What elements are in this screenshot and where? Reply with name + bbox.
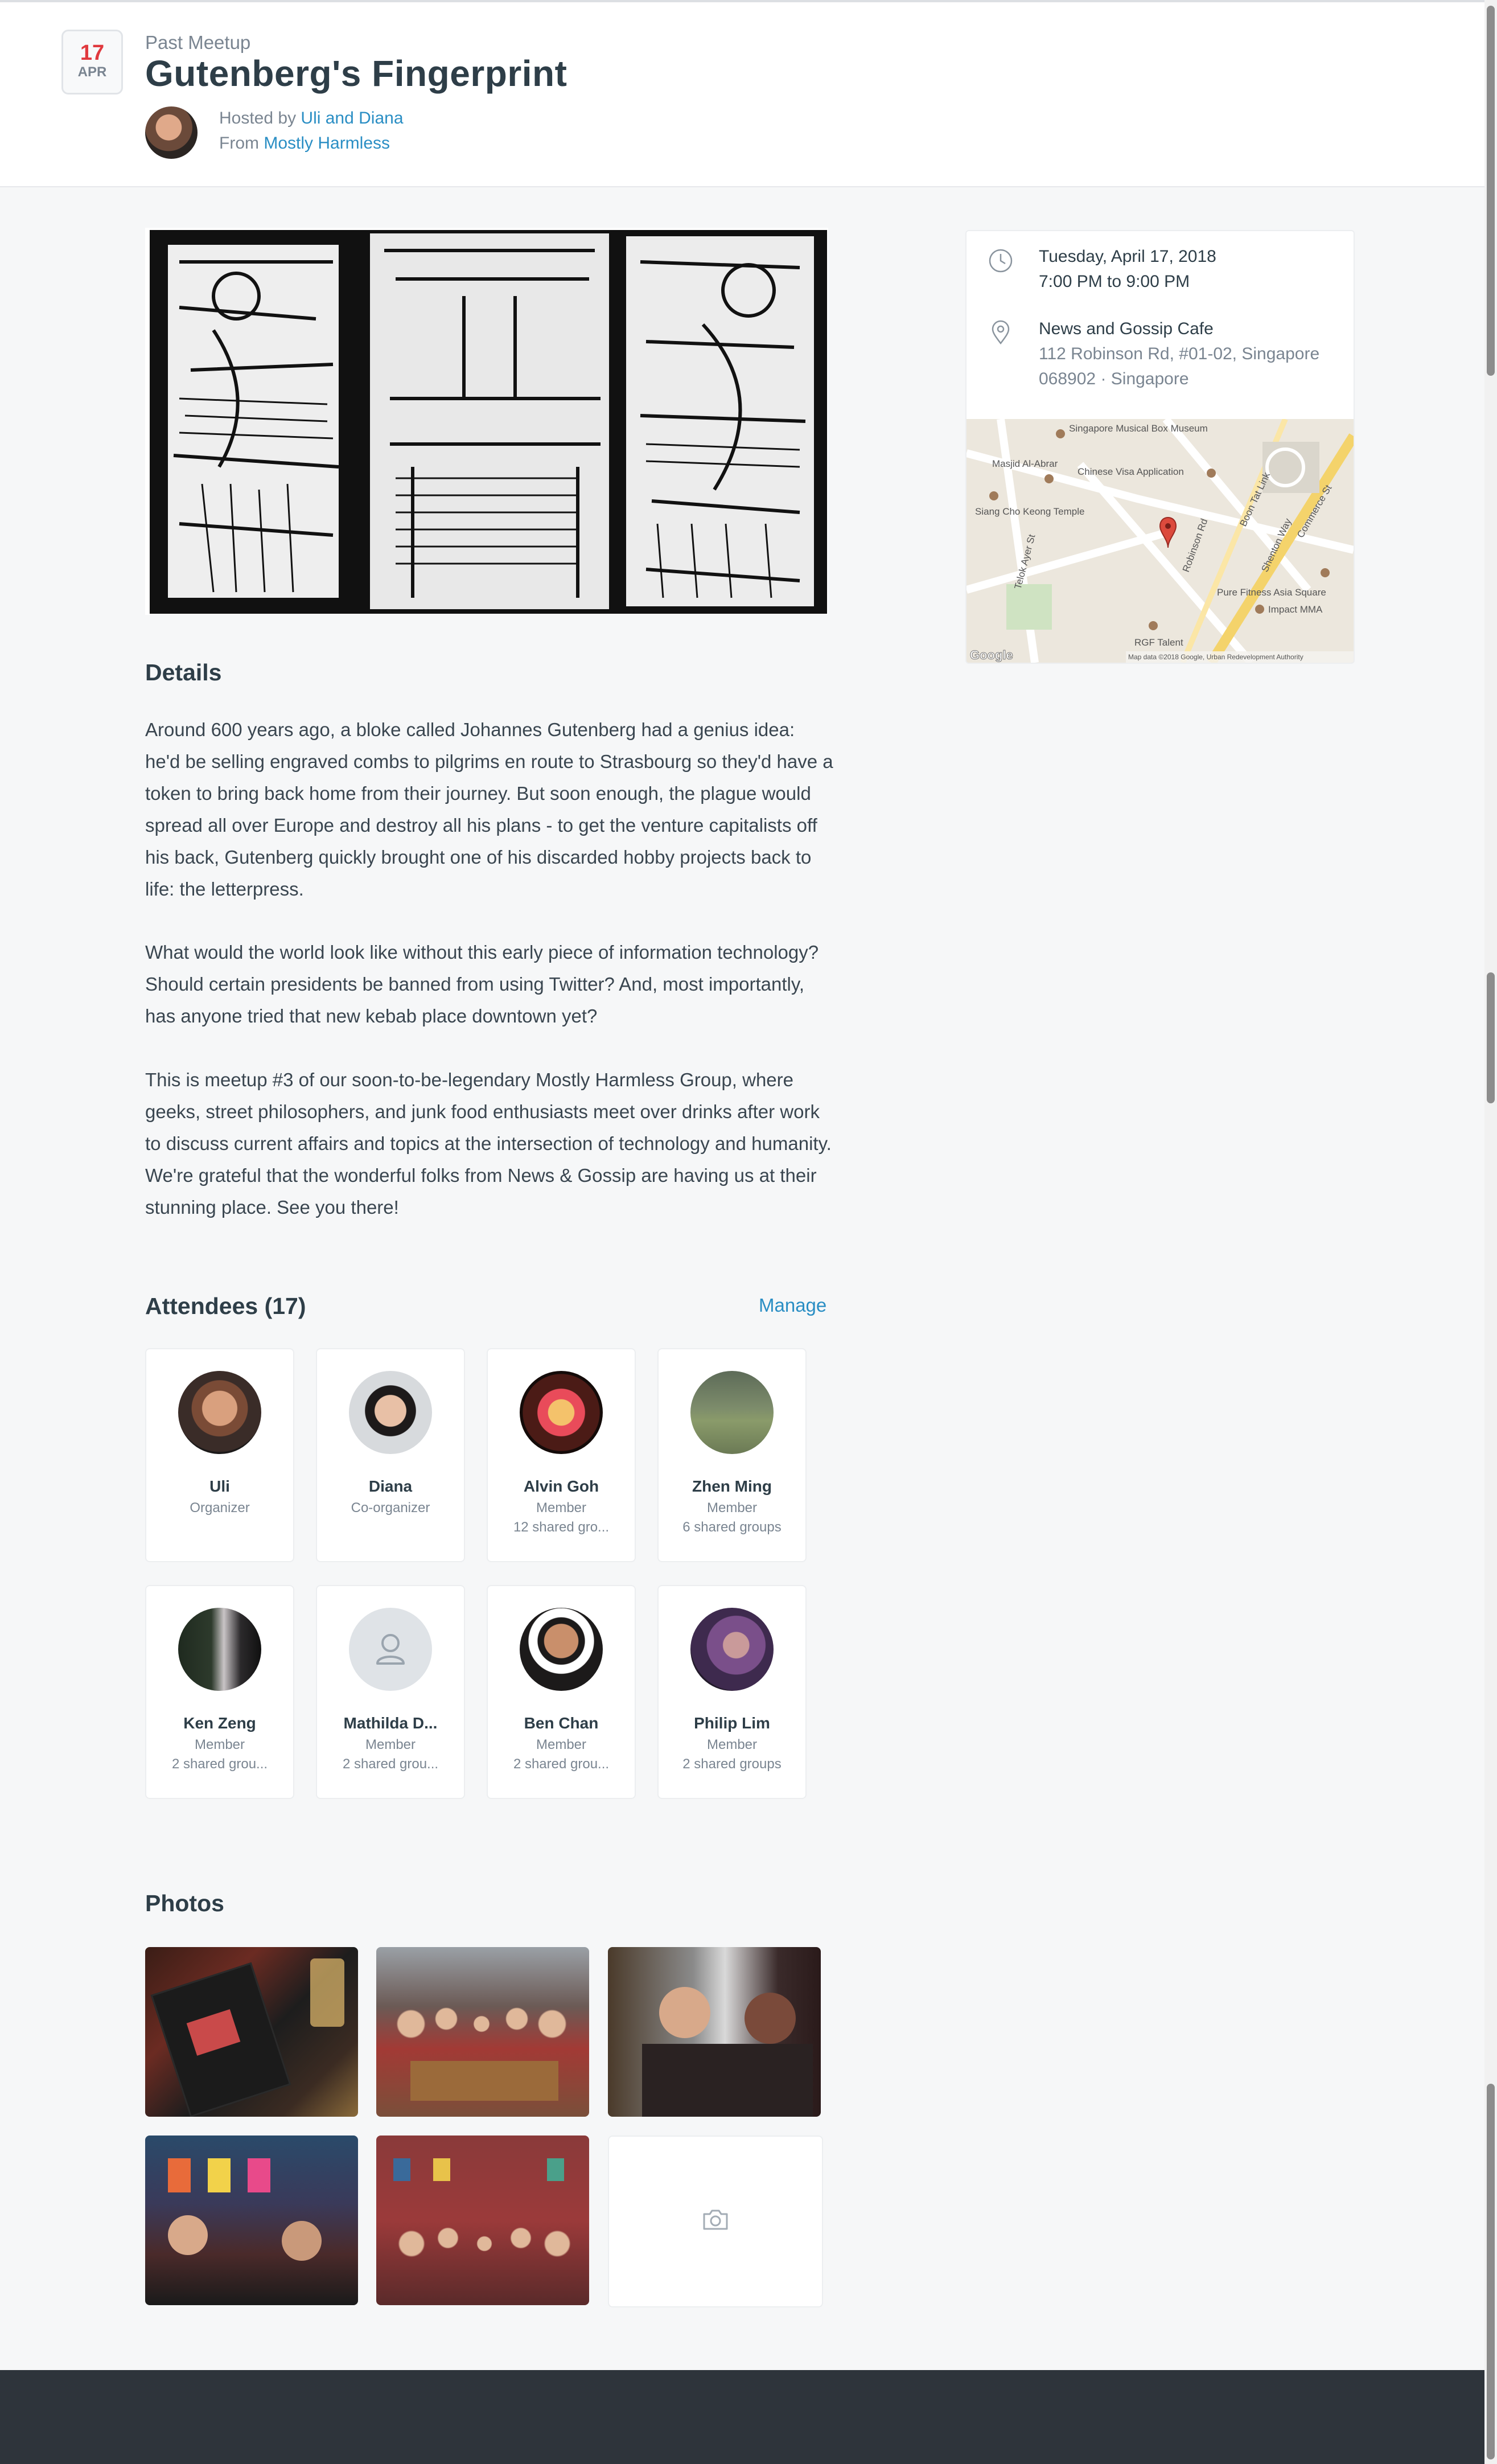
- attendee-name: Zhen Ming: [692, 1477, 772, 1495]
- attendee-name: Alvin Goh: [523, 1477, 599, 1495]
- avatar: [690, 1608, 774, 1691]
- details-heading: Details: [145, 659, 222, 685]
- attendee-role: Member: [536, 1500, 587, 1516]
- google-logo: Google: [970, 648, 1013, 662]
- attendee-role: Organizer: [190, 1500, 250, 1516]
- attendee-card[interactable]: Mathilda D... Member 2 shared grou...: [316, 1585, 465, 1799]
- attendees-heading: Attendees (17): [145, 1293, 306, 1319]
- details-paragraph-1: Around 600 years ago, a bloke called Joh…: [145, 719, 833, 900]
- avatar: [349, 1371, 432, 1454]
- attendee-shared-groups: 2 shared grou...: [342, 1756, 439, 1772]
- map-label-temple: Siang Cho Keong Temple: [975, 506, 1085, 517]
- attendee-shared-groups: 2 shared grou...: [513, 1756, 610, 1772]
- event-info-card: Tuesday, April 17, 2018 7:00 PM to 9:00 …: [965, 230, 1355, 664]
- date-badge: 17 APR: [61, 30, 123, 95]
- attendee-role: Member: [706, 1500, 758, 1516]
- host-avatar[interactable]: [145, 106, 198, 159]
- venue-address-2: 068902 · Singapore: [1039, 369, 1189, 388]
- map-attribution: Map data ©2018 Google, Urban Redevelopme…: [1128, 653, 1303, 661]
- map-label-impact: Impact MMA: [1268, 604, 1323, 615]
- attendee-name: Diana: [368, 1477, 413, 1495]
- map-label-rgf: RGF Talent: [1134, 637, 1183, 648]
- avatar: [178, 1608, 261, 1691]
- attendee-shared-groups: 6 shared groups: [682, 1520, 782, 1535]
- avatar-placeholder: [349, 1608, 432, 1691]
- photo-thumbnail[interactable]: [376, 2136, 589, 2305]
- group-from: From Mostly Harmless: [219, 134, 390, 153]
- event-time: 7:00 PM to 9:00 PM: [1039, 272, 1190, 291]
- attendee-shared-groups: 12 shared gro...: [513, 1520, 610, 1535]
- attendee-card[interactable]: Philip Lim Member 2 shared groups: [657, 1585, 807, 1799]
- event-status: Past Meetup: [145, 32, 251, 53]
- attendee-role: Co-organizer: [351, 1500, 430, 1516]
- scrollbar-thumb[interactable]: [1487, 6, 1495, 376]
- event-header: 17 APR Past Meetup Gutenberg's Fingerpri…: [0, 0, 1484, 187]
- avatar: [520, 1608, 603, 1691]
- attendee-shared-groups: 2 shared grou...: [171, 1756, 268, 1772]
- avatar: [178, 1371, 261, 1454]
- map-label-pure-fitness: Pure Fitness Asia Square: [1217, 587, 1326, 598]
- photos-heading: Photos: [145, 1890, 224, 1916]
- attendee-card[interactable]: Uli Organizer: [145, 1348, 294, 1562]
- venue-name[interactable]: News and Gossip Cafe: [1039, 319, 1214, 339]
- attendee-shared-groups: 2 shared groups: [682, 1756, 782, 1772]
- scrollbar-thumb[interactable]: [1487, 972, 1495, 1103]
- scrollbar-thumb[interactable]: [1487, 2084, 1495, 2459]
- attendee-name: Mathilda D...: [343, 1714, 438, 1732]
- attendee-name: Philip Lim: [694, 1714, 770, 1732]
- hosted-prefix: Hosted by: [219, 109, 301, 128]
- event-date: Tuesday, April 17, 2018: [1039, 247, 1216, 266]
- attendee-card[interactable]: Diana Co-organizer: [316, 1348, 465, 1562]
- page-scrollbar[interactable]: [1484, 0, 1497, 2464]
- date-day: 17: [80, 41, 105, 65]
- photo-thumbnail[interactable]: [145, 2136, 358, 2305]
- manage-attendees-link[interactable]: Manage: [759, 1295, 826, 1316]
- from-prefix: From: [219, 134, 264, 153]
- user-icon: [376, 1634, 405, 1665]
- map-label-masjid: Masjid Al-Abrar: [992, 458, 1058, 469]
- camera-icon: [703, 2210, 728, 2230]
- attendee-card[interactable]: Zhen Ming Member 6 shared groups: [657, 1348, 807, 1562]
- map-graphic: Singapore Musical Box Museum Masjid Al-A…: [967, 419, 1354, 663]
- attendee-role: Member: [536, 1737, 587, 1752]
- attendee-name: Ben Chan: [524, 1714, 599, 1732]
- event-hero-image: [145, 228, 828, 615]
- hosts-link[interactable]: Uli and Diana: [301, 109, 403, 128]
- add-photo-button[interactable]: [608, 2136, 823, 2307]
- attendee-card[interactable]: Ben Chan Member 2 shared grou...: [487, 1585, 636, 1799]
- venue-address-1: 112 Robinson Rd, #01-02, Singapore: [1039, 344, 1320, 363]
- clock-icon: [989, 249, 1013, 273]
- attendee-name: Ken Zeng: [183, 1714, 256, 1732]
- attendee-card[interactable]: Ken Zeng Member 2 shared grou...: [145, 1585, 294, 1799]
- attendee-card[interactable]: Alvin Goh Member 12 shared gro...: [487, 1348, 636, 1562]
- map-label-visa: Chinese Visa Application: [1077, 466, 1184, 477]
- details-paragraph-2: What would the world look like without t…: [145, 942, 819, 1026]
- hosted-by: Hosted by Uli and Diana: [219, 109, 404, 128]
- page-title: Gutenberg's Fingerprint: [145, 53, 567, 94]
- avatar: [690, 1371, 774, 1454]
- map-label-museum: Singapore Musical Box Museum: [1069, 423, 1208, 434]
- attendee-role: Member: [706, 1737, 758, 1752]
- avatar: [520, 1371, 603, 1454]
- photo-thumbnail[interactable]: [376, 1947, 589, 2117]
- map-pin-icon: [992, 320, 1010, 345]
- details-paragraph-3: This is meetup #3 of our soon-to-be-lege…: [145, 1069, 832, 1218]
- woodcut-illustration: [150, 230, 827, 614]
- photo-thumbnail[interactable]: [608, 1947, 821, 2117]
- page-footer: [0, 2370, 1484, 2464]
- date-month: APR: [77, 64, 107, 80]
- attendee-name: Uli: [209, 1477, 230, 1495]
- photo-thumbnail[interactable]: [145, 1947, 358, 2117]
- attendee-role: Member: [194, 1737, 245, 1752]
- group-link[interactable]: Mostly Harmless: [264, 134, 390, 153]
- venue-map[interactable]: Singapore Musical Box Museum Masjid Al-A…: [967, 419, 1354, 663]
- attendee-role: Member: [365, 1737, 416, 1752]
